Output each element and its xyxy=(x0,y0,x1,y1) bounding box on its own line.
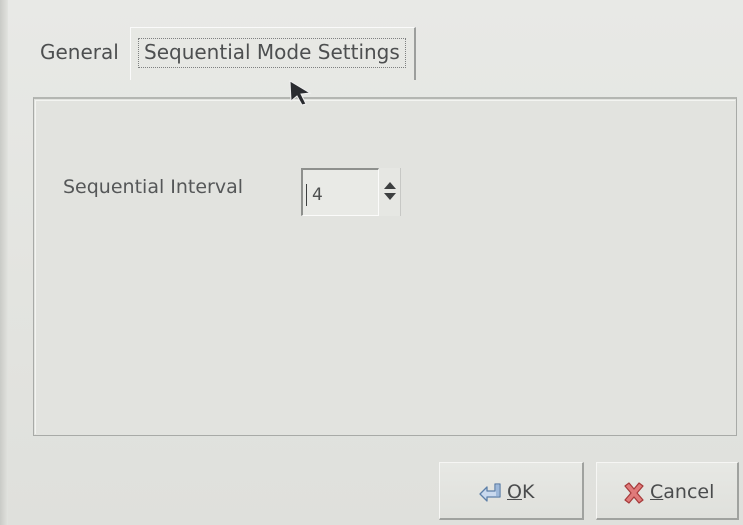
text-caret xyxy=(306,184,307,206)
mouse-pointer-icon xyxy=(289,80,312,106)
cancel-mnemonic: C xyxy=(650,481,664,503)
tab-sequential-mode-settings[interactable]: Sequential Mode Settings xyxy=(130,27,416,80)
tab-general[interactable]: General xyxy=(40,40,119,64)
cancel-label-rest: ancel xyxy=(663,481,715,503)
ok-arrow-icon xyxy=(479,483,501,502)
cancel-button[interactable]: Cancel xyxy=(596,462,739,520)
spin-buttons[interactable] xyxy=(379,168,401,216)
ok-mnemonic: O xyxy=(507,481,522,503)
sequential-interval-value: 4 xyxy=(312,185,323,205)
sequential-interval-spinner[interactable]: 4 xyxy=(301,168,401,216)
ok-button[interactable]: OK xyxy=(439,462,584,520)
ok-button-label: OK xyxy=(507,481,534,503)
spin-down-arrow-icon[interactable] xyxy=(384,193,396,200)
tab-panel xyxy=(33,97,737,436)
cancel-button-label: Cancel xyxy=(650,481,714,503)
ok-label-rest: K xyxy=(521,481,535,503)
window-edge xyxy=(0,0,8,525)
sequential-interval-label: Sequential Interval xyxy=(63,176,244,198)
cancel-x-icon xyxy=(624,482,644,504)
spin-up-arrow-icon[interactable] xyxy=(384,182,396,189)
dialog-window: General Sequential Mode Settings Sequent… xyxy=(0,0,743,525)
panel-bevel xyxy=(35,100,735,434)
sequential-interval-input[interactable]: 4 xyxy=(301,168,379,216)
tab-sequential-mode-settings-label: Sequential Mode Settings xyxy=(138,38,406,68)
